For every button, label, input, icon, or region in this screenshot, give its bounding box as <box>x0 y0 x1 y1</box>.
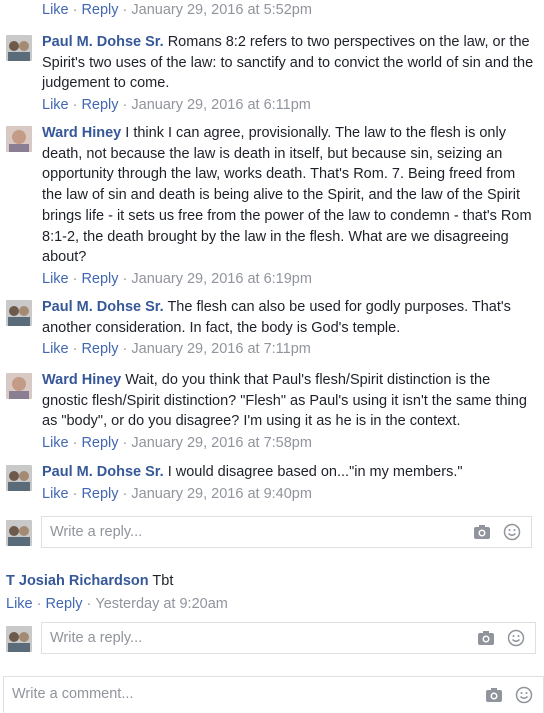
reply-comment: Ward Hiney Wait, do you think that Paul'… <box>6 370 540 452</box>
separator: · <box>122 97 128 114</box>
avatar[interactable] <box>6 126 32 152</box>
reply-link[interactable]: Reply <box>81 271 118 287</box>
comment-text: Paul M. Dohse Sr. The flesh can also be … <box>42 297 540 338</box>
comment-body: Tbt <box>152 573 174 589</box>
comment-author[interactable]: Paul M. Dohse Sr. <box>42 464 164 480</box>
reply-comment: Paul M. Dohse Sr. Romans 8:2 refers to t… <box>6 32 540 114</box>
comment-placeholder: Write a comment... <box>12 686 134 702</box>
comment-actions: Like · Reply · January 29, 2016 at 7:11pm <box>42 340 540 358</box>
avatar <box>6 626 32 652</box>
avatar <box>6 520 32 546</box>
input-icons <box>477 629 525 651</box>
avatar[interactable] <box>6 35 32 61</box>
reply-placeholder: Write a reply... <box>50 630 143 646</box>
comment-author[interactable]: Paul M. Dohse Sr. <box>42 299 164 315</box>
separator: · <box>122 341 128 358</box>
reply-link[interactable]: Reply <box>81 97 118 113</box>
comment-text: Ward Hiney Wait, do you think that Paul'… <box>42 370 540 432</box>
comment-author[interactable]: Ward Hiney <box>42 125 121 141</box>
comment-body: I think I can agree, provisionally. The … <box>42 125 532 266</box>
comment-actions: Like · Reply · January 29, 2016 at 6:19pm <box>42 270 540 288</box>
timestamp[interactable]: January 29, 2016 at 7:11pm <box>131 341 311 357</box>
reply-comment: Ward Hiney I think I can agree, provisio… <box>6 123 540 288</box>
emoji-icon[interactable] <box>503 523 521 545</box>
separator: · <box>86 595 92 612</box>
like-link[interactable]: Like <box>42 341 69 357</box>
camera-icon[interactable] <box>477 629 495 651</box>
like-link[interactable]: Like <box>42 271 69 287</box>
comment-actions: Like · Reply · January 29, 2016 at 5:52pm <box>42 1 312 19</box>
comment-text: T Josiah Richardson Tbt <box>6 571 540 592</box>
like-link[interactable]: Like <box>6 596 33 612</box>
separator: · <box>72 485 78 502</box>
comment-thread: Like · Reply · January 29, 2016 at 5:52pm Pa… <box>0 0 544 713</box>
reply-comment: Paul M. Dohse Sr. I would disagree based… <box>6 462 540 503</box>
comment-author[interactable]: T Josiah Richardson <box>6 573 149 589</box>
separator: · <box>72 2 78 18</box>
avatar[interactable] <box>6 300 32 326</box>
timestamp[interactable]: January 29, 2016 at 9:40pm <box>131 486 312 502</box>
separator: · <box>122 485 128 502</box>
reply-input[interactable]: Write a reply... <box>41 622 536 654</box>
timestamp[interactable]: January 29, 2016 at 7:58pm <box>131 435 312 451</box>
like-link[interactable]: Like <box>42 2 69 18</box>
reply-composer: Write a reply... <box>6 516 532 550</box>
camera-icon[interactable] <box>473 523 491 545</box>
reply-input[interactable]: Write a reply... <box>41 516 532 548</box>
separator: · <box>122 2 128 18</box>
comment-text: Ward Hiney I think I can agree, provisio… <box>42 123 540 268</box>
separator: · <box>72 341 78 358</box>
comment-actions: Like · Reply · January 29, 2016 at 7:58pm <box>42 434 540 452</box>
reply-comment: Paul M. Dohse Sr. The flesh can also be … <box>6 297 540 358</box>
input-icons <box>473 523 521 545</box>
input-icons <box>485 686 533 708</box>
timestamp[interactable]: January 29, 2016 at 5:52pm <box>131 2 312 18</box>
comment-body: I would disagree based on..."in my membe… <box>167 464 463 480</box>
separator: · <box>36 595 42 612</box>
separator: · <box>72 435 78 452</box>
reply-link[interactable]: Reply <box>81 486 118 502</box>
avatar[interactable] <box>6 465 32 491</box>
avatar[interactable] <box>6 373 32 399</box>
reply-link[interactable]: Reply <box>81 435 118 451</box>
top-level-comment: T Josiah Richardson Tbt Like · Reply · Yeste… <box>6 571 540 613</box>
separator: · <box>72 270 78 287</box>
comment-composer[interactable]: Write a comment... <box>3 676 544 713</box>
comment-actions: Like · Reply · Yesterday at 9:20am <box>6 595 540 613</box>
reply-link[interactable]: Reply <box>45 596 82 612</box>
like-link[interactable]: Like <box>42 435 69 451</box>
comment-author[interactable]: Ward Hiney <box>42 372 121 388</box>
reply-link[interactable]: Reply <box>81 2 118 18</box>
camera-icon[interactable] <box>485 686 503 708</box>
comment-author[interactable]: Paul M. Dohse Sr. <box>42 34 164 50</box>
reply-link[interactable]: Reply <box>81 341 118 357</box>
reply-placeholder: Write a reply... <box>50 524 143 540</box>
separator: · <box>122 270 128 287</box>
comment-text: Paul M. Dohse Sr. Romans 8:2 refers to t… <box>42 32 540 94</box>
separator: · <box>72 97 78 114</box>
comment-text: Paul M. Dohse Sr. I would disagree based… <box>42 462 540 483</box>
timestamp[interactable]: Yesterday at 9:20am <box>95 596 227 612</box>
comment-actions: Like · Reply · January 29, 2016 at 9:40pm <box>42 485 540 503</box>
timestamp[interactable]: January 29, 2016 at 6:19pm <box>131 271 312 287</box>
emoji-icon[interactable] <box>507 629 525 651</box>
comment-actions: Like · Reply · January 29, 2016 at 6:11pm <box>42 96 540 114</box>
emoji-icon[interactable] <box>515 686 533 708</box>
like-link[interactable]: Like <box>42 486 69 502</box>
separator: · <box>122 435 128 452</box>
like-link[interactable]: Like <box>42 97 69 113</box>
timestamp[interactable]: January 29, 2016 at 6:11pm <box>131 97 311 113</box>
reply-composer: Write a reply... <box>6 622 536 656</box>
